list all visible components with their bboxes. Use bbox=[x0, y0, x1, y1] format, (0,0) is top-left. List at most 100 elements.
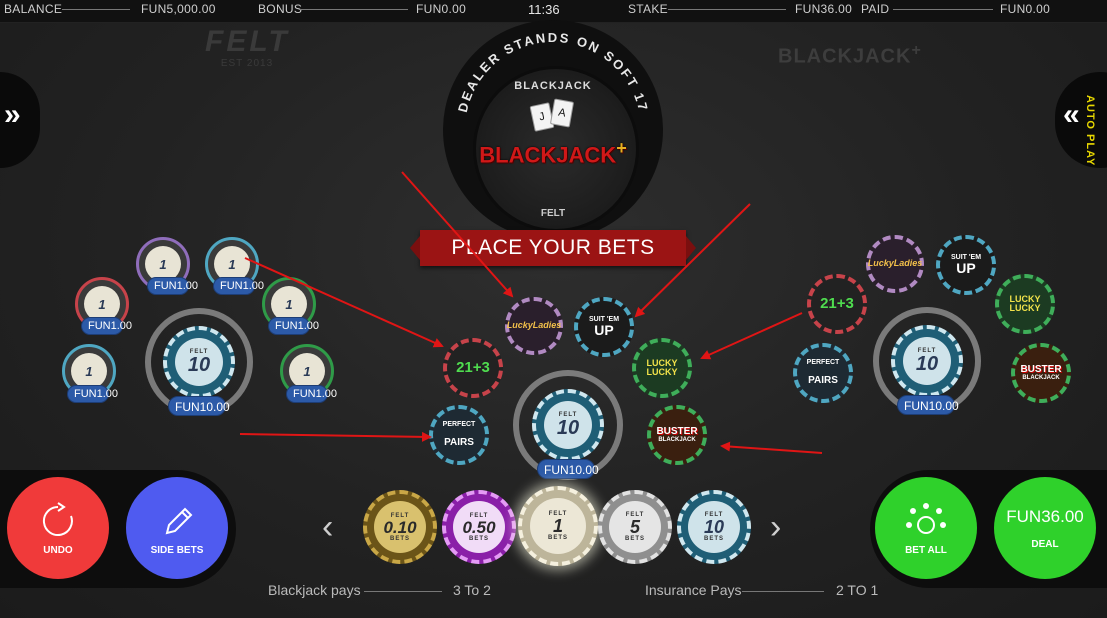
side-bet-21-3[interactable]: 21+3 bbox=[807, 274, 867, 334]
undo-button[interactable]: UNDO bbox=[7, 477, 109, 579]
side-bet-label: PAIRS bbox=[808, 375, 838, 387]
paid-value: FUN0.00 bbox=[1000, 2, 1051, 16]
chip-value: 10 bbox=[556, 417, 580, 439]
divider bbox=[62, 9, 130, 10]
side-bet-21-3[interactable]: 21+3 bbox=[443, 338, 503, 398]
dealer-plus-text: + bbox=[616, 138, 627, 158]
side-bet-amount: FUN1.00 bbox=[268, 317, 319, 335]
chip-bets-text: BETS bbox=[389, 535, 410, 542]
chip-value: 1 bbox=[98, 296, 106, 312]
dealer-felt-label: FELT bbox=[540, 208, 566, 219]
side-bet-amount: FUN1.00 bbox=[213, 277, 264, 295]
divider bbox=[364, 591, 442, 592]
side-bet-label: BUSTER bbox=[656, 425, 698, 437]
autoplay-tab[interactable]: « bbox=[1055, 72, 1107, 168]
dealer-main-logo-text: BLACKJACK bbox=[479, 142, 617, 168]
side-bet-label: UP bbox=[594, 322, 614, 339]
insurance-pays-value: 2 TO 1 bbox=[836, 582, 879, 598]
chip-10[interactable]: FELT 10 BETS bbox=[677, 490, 751, 564]
banner-text: PLACE YOUR BETS bbox=[451, 236, 655, 259]
deal-label: DEAL bbox=[1031, 538, 1059, 550]
chip-value: 10 bbox=[187, 354, 211, 376]
chip-value: 1 bbox=[285, 296, 293, 312]
chip-scroll-right-arrow[interactable]: › bbox=[770, 508, 781, 547]
side-bet-lucky-lucky[interactable]: LUCKY LUCKY bbox=[632, 338, 692, 398]
side-bet-label: BLACKJACK bbox=[1022, 375, 1060, 382]
chip-value: 10 bbox=[915, 353, 939, 375]
double-chevron-right-icon: » bbox=[4, 98, 21, 131]
blackjack-pays-label: Blackjack pays bbox=[268, 582, 361, 598]
side-bet-amount: FUN1.00 bbox=[286, 385, 337, 403]
chip-bets-text: BETS bbox=[703, 536, 724, 542]
left-menu-tab[interactable]: » bbox=[0, 72, 40, 168]
deal-button[interactable]: FUN36.00 DEAL bbox=[994, 477, 1096, 579]
side-bets-label: SIDE BETS bbox=[150, 544, 204, 556]
side-bet-label: UP bbox=[956, 260, 976, 277]
side-bet-label: PERFECT bbox=[442, 421, 476, 429]
main-bet-chip: FELT 10 bbox=[163, 326, 235, 398]
divider bbox=[742, 591, 824, 592]
balance-value: FUN5,000.00 bbox=[141, 2, 216, 16]
insurance-pays-label: Insurance Pays bbox=[645, 582, 742, 598]
double-chevron-left-icon: « bbox=[1063, 98, 1080, 131]
chip-value: 1 bbox=[552, 516, 563, 536]
chip-value: 1 bbox=[85, 363, 93, 379]
chip-value: 1 bbox=[228, 256, 236, 272]
side-bet-buster[interactable]: BUSTER BLACKJACK bbox=[647, 405, 707, 465]
side-bet-buster[interactable]: BUSTER BLACKJACK bbox=[1011, 343, 1071, 403]
chip-scroll-left-arrow[interactable]: ‹ bbox=[322, 508, 333, 547]
chip-bets-text: BETS bbox=[624, 536, 645, 542]
side-bet-label: 21+3 bbox=[456, 359, 490, 377]
chip-value: 1 bbox=[159, 256, 167, 272]
side-bet-label: PAIRS bbox=[444, 437, 474, 449]
felt-logo: FELT EST 2013 bbox=[205, 26, 289, 82]
bonus-label: BONUS bbox=[258, 2, 303, 16]
clock: 11:36 bbox=[528, 2, 560, 17]
felt-est-text: EST 2013 bbox=[220, 58, 274, 69]
side-bets-button[interactable]: SIDE BETS bbox=[126, 477, 228, 579]
side-bet-suit-em-up[interactable]: SUIT 'EM UP bbox=[574, 297, 634, 357]
bonus-value: FUN0.00 bbox=[416, 2, 467, 16]
divider bbox=[668, 9, 786, 10]
side-bet-perfect-pairs[interactable]: PERFECT PAIRS bbox=[429, 405, 489, 465]
side-bet-label: PERFECT bbox=[806, 359, 840, 367]
stake-label: STAKE bbox=[628, 2, 668, 16]
side-bet-lucky-ladies[interactable]: LuckyLadies bbox=[505, 297, 563, 355]
autoplay-label[interactable]: AUTO PLAY bbox=[1084, 95, 1096, 166]
blackjack-logo-text: BLACKJACK bbox=[778, 45, 912, 68]
main-bet-amount: FUN10.00 bbox=[168, 396, 230, 416]
side-bet-label: BUSTER bbox=[1020, 363, 1062, 375]
side-bet-perfect-pairs[interactable]: PERFECT PAIRS bbox=[793, 343, 853, 403]
felt-logo-text: FELT bbox=[205, 25, 290, 58]
main-bet-chip: FELT 10 bbox=[532, 389, 604, 461]
side-bet-lucky-lucky[interactable]: LUCKY LUCKY bbox=[995, 274, 1055, 334]
side-bet-lucky-ladies[interactable]: LuckyLadies bbox=[866, 235, 924, 293]
main-bet-amount: FUN10.00 bbox=[897, 395, 959, 415]
undo-label: UNDO bbox=[43, 544, 73, 556]
dealer-top-label: BLACKJACK bbox=[514, 80, 592, 92]
bet-all-button[interactable]: BET ALL bbox=[875, 477, 977, 579]
side-bet-amount: FUN1.00 bbox=[147, 277, 198, 295]
chip-bets-text: BETS bbox=[547, 535, 568, 541]
chip-bets-text: BETS bbox=[468, 535, 489, 542]
side-bet-suit-em-up[interactable]: SUIT 'EM UP bbox=[936, 235, 996, 295]
chip-5[interactable]: FELT 5 BETS bbox=[598, 490, 672, 564]
chip-1-selected[interactable]: FELT 1 BETS bbox=[518, 486, 598, 566]
bet-all-icon bbox=[906, 502, 946, 534]
arrow bbox=[239, 431, 432, 442]
arrow bbox=[700, 312, 803, 360]
side-bet-label: BLACKJACK bbox=[658, 437, 696, 444]
side-bet-amount: FUN1.00 bbox=[67, 385, 118, 403]
blackjack-plus-logo: BLACKJACK+ bbox=[778, 42, 922, 69]
main-bet-amount: FUN10.00 bbox=[537, 459, 599, 479]
divider bbox=[300, 9, 408, 10]
chip-value: 0.50 bbox=[462, 517, 496, 537]
side-bet-label: 21+3 bbox=[820, 295, 854, 313]
chip-0-10[interactable]: FELT 0.10 BETS bbox=[363, 490, 437, 564]
chip-0-50[interactable]: FELT 0.50 BETS bbox=[442, 490, 516, 564]
side-bet-amount: FUN1.00 bbox=[81, 317, 132, 335]
balance-label: BALANCE bbox=[4, 2, 63, 16]
chip-value: 1 bbox=[303, 363, 311, 379]
deal-amount: FUN36.00 bbox=[1006, 506, 1084, 526]
stake-value: FUN36.00 bbox=[795, 2, 853, 16]
